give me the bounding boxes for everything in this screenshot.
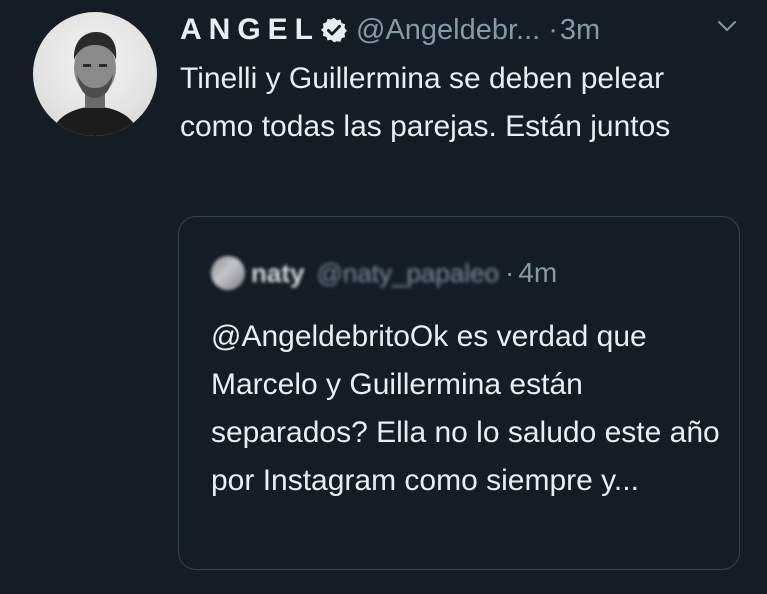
tweet[interactable]: ANGEL @Angeldebr... · 3m Tinelli y Guill… bbox=[0, 0, 767, 594]
author-handle[interactable]: @Angeldebr... bbox=[356, 14, 540, 47]
quoted-tweet-header: naty @naty_papaleo · 4m bbox=[211, 255, 557, 291]
author-display-name[interactable]: ANGEL bbox=[180, 13, 320, 47]
verified-badge-icon bbox=[321, 17, 347, 43]
tweet-timestamp[interactable]: 3m bbox=[560, 14, 600, 47]
quoted-tweet-text: @AngeldebritoOk es verdad que Marcelo y … bbox=[211, 320, 720, 497]
profile-photo-icon bbox=[51, 32, 139, 136]
quoted-tweet-timestamp: 4m bbox=[518, 257, 558, 288]
chevron-down-icon[interactable] bbox=[716, 18, 738, 34]
quoted-author-avatar bbox=[211, 256, 245, 290]
quoted-separator-dot: · bbox=[505, 257, 515, 288]
tweet-header: ANGEL @Angeldebr... · 3m bbox=[180, 8, 600, 52]
tweet-text: Tinelli y Guillermina se deben pelear co… bbox=[180, 62, 671, 143]
quoted-author-handle: @naty_papaleo bbox=[316, 257, 500, 288]
bottom-fade bbox=[0, 576, 767, 594]
author-avatar[interactable] bbox=[33, 12, 157, 136]
quoted-tweet[interactable]: naty @naty_papaleo · 4m @AngeldebritoOk … bbox=[178, 216, 740, 570]
separator-dot: · bbox=[548, 13, 558, 46]
quoted-author-display-name: naty bbox=[251, 257, 305, 288]
